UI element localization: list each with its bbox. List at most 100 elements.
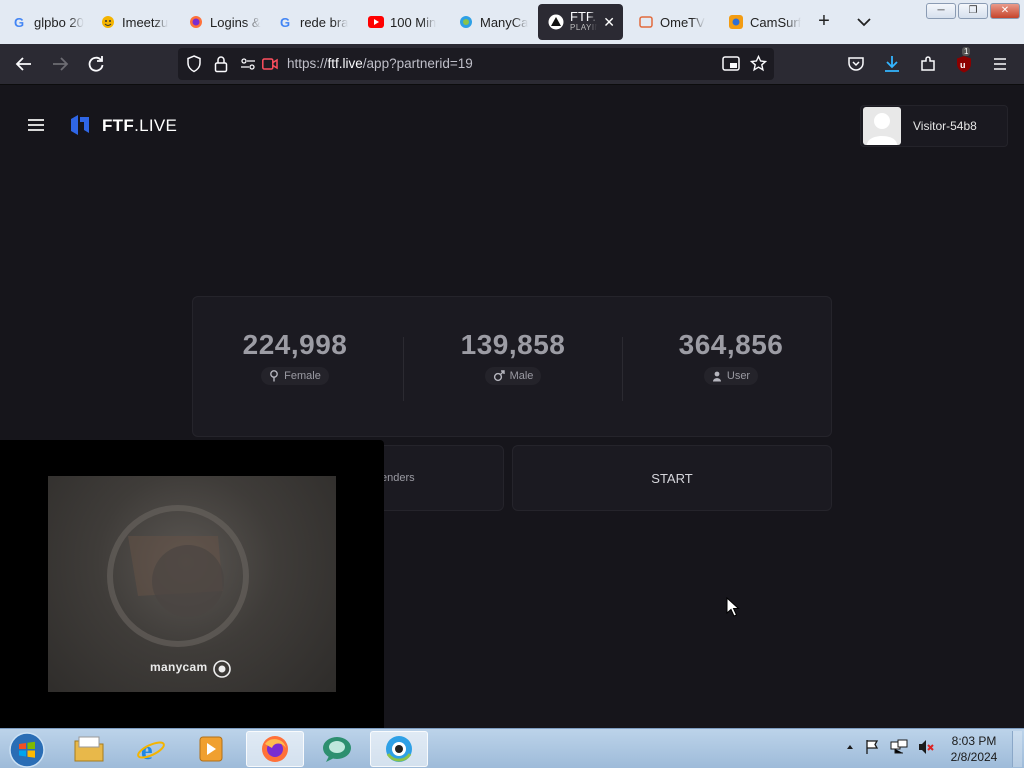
ublock-shield-icon: u	[957, 56, 971, 73]
site-logo[interactable]: FTF.LIVE	[102, 116, 177, 136]
stat-user-label: User	[726, 370, 751, 382]
logo-rest: .LIVE	[134, 116, 178, 135]
clock-date: 2/8/2024	[950, 750, 998, 764]
firefox-icon	[188, 14, 204, 30]
chat-bubble-icon	[323, 737, 351, 762]
tab-manycam[interactable]: ManyCa	[448, 4, 534, 40]
tab-title: 100 Min	[390, 14, 437, 30]
pocket-icon	[848, 57, 864, 71]
manycam-logo-icon	[213, 660, 231, 678]
camera-feed: manycam	[48, 476, 336, 692]
tab-title: ManyCa	[480, 14, 529, 30]
svg-text:G: G	[280, 15, 290, 29]
folder-icon	[74, 736, 104, 762]
taskbar-internet-explorer[interactable]: e	[122, 731, 180, 767]
camera-in-use-icon[interactable]	[262, 57, 278, 76]
svg-text:u: u	[960, 60, 966, 70]
google-icon: G	[278, 14, 294, 30]
volume-muted-icon[interactable]	[918, 739, 936, 755]
taskbar-firefox[interactable]	[246, 731, 304, 767]
taskbar-chat-app[interactable]	[308, 731, 366, 767]
url-scheme: https://	[287, 56, 328, 71]
new-tab-button[interactable]: +	[812, 10, 836, 34]
downloads-button[interactable]	[880, 52, 904, 76]
lock-icon[interactable]	[214, 55, 228, 78]
taskbar-file-explorer[interactable]	[60, 731, 118, 767]
start-button[interactable]: START	[512, 445, 832, 511]
genders-button-label: enders	[381, 472, 415, 484]
permissions-icon[interactable]	[240, 57, 256, 76]
tab-logins[interactable]: Logins &	[178, 4, 266, 40]
list-all-tabs-button[interactable]	[852, 10, 876, 34]
url-text[interactable]: https://ftf.live/app?partnerid=19	[287, 56, 473, 71]
forward-button[interactable]	[48, 52, 72, 76]
show-desktop-button[interactable]	[1012, 731, 1022, 767]
start-button[interactable]	[8, 731, 46, 768]
stat-male-label: Male	[509, 370, 534, 382]
stat-female-value: 224,998	[242, 329, 348, 360]
network-icon[interactable]	[890, 739, 908, 755]
camsurf-icon	[728, 14, 744, 30]
show-hidden-icons-icon[interactable]	[846, 743, 854, 751]
tab-rede-bra[interactable]: G rede bra	[268, 4, 356, 40]
tab-ftf-live[interactable]: FTF.li PLAYING ✕	[538, 4, 623, 40]
visitor-profile[interactable]: Visitor-54b8	[860, 105, 1008, 147]
internet-explorer-icon: e	[137, 736, 165, 764]
app-menu-button[interactable]	[988, 52, 1012, 76]
user-icon	[712, 371, 721, 381]
google-icon: G	[12, 14, 28, 30]
picture-in-picture-icon[interactable]	[722, 56, 740, 77]
tab-camsurf[interactable]: CamSurf	[718, 4, 804, 40]
avatar	[863, 107, 901, 145]
tab-title: glpbo 20	[34, 14, 84, 30]
svg-text:G: G	[14, 15, 24, 29]
arrow-left-icon	[15, 57, 31, 71]
tab-ometv[interactable]: OmeTV	[628, 4, 716, 40]
chevron-down-icon	[857, 18, 871, 27]
navigation-toolbar: https://ftf.live/app?partnerid=19 u 1	[0, 44, 1024, 85]
tab-close-button[interactable]: ✕	[603, 14, 615, 31]
stat-male-value: 139,858	[460, 329, 566, 360]
tab-title: rede bra	[300, 14, 349, 30]
ublock-origin-button[interactable]: u 1	[952, 47, 976, 76]
local-video-preview[interactable]: manycam	[0, 440, 384, 728]
url-path: /app?partnerid=19	[362, 56, 473, 71]
address-bar[interactable]: https://ftf.live/app?partnerid=19	[178, 48, 774, 80]
divider	[403, 337, 404, 401]
download-icon	[885, 56, 899, 72]
youtube-icon	[368, 14, 384, 30]
tab-glpbo[interactable]: G glpbo 20	[2, 4, 88, 40]
default-avatar-icon	[867, 113, 897, 145]
windows-logo-icon	[9, 732, 45, 768]
mouse-cursor-icon	[726, 597, 740, 617]
stat-female-label: Female	[284, 370, 321, 382]
tab-100-min[interactable]: 100 Min	[358, 4, 446, 40]
tab-title: OmeTV	[660, 14, 705, 30]
tracking-shield-icon[interactable]	[186, 55, 202, 78]
stat-user-value: 364,856	[678, 329, 784, 360]
stat-male: 139,858 Male	[413, 329, 613, 387]
reload-button[interactable]	[84, 52, 108, 76]
back-button[interactable]	[12, 52, 36, 76]
pocket-button[interactable]	[844, 52, 868, 76]
system-tray	[846, 739, 936, 755]
taskbar-media-player[interactable]	[182, 731, 240, 767]
clock-time: 8:03 PM	[951, 734, 997, 748]
taskbar-clock[interactable]: 8:03 PM 2/8/2024	[944, 733, 1004, 765]
url-host: ftf.live	[327, 56, 363, 71]
ftf-icon	[548, 14, 564, 30]
ftf-logo-icon[interactable]	[68, 113, 92, 137]
bookmark-star-icon[interactable]	[749, 54, 768, 77]
restore-button[interactable]: ❐	[958, 3, 988, 19]
tab-imeetzu[interactable]: Imeetzu	[90, 4, 176, 40]
male-icon	[493, 370, 505, 382]
close-window-button[interactable]: ✕	[990, 3, 1020, 19]
extensions-button[interactable]	[916, 52, 940, 76]
site-menu-button[interactable]	[28, 119, 44, 131]
minimize-button[interactable]: ─	[926, 3, 956, 19]
action-center-flag-icon[interactable]	[864, 739, 880, 755]
reload-icon	[88, 56, 104, 72]
taskbar-manycam[interactable]	[370, 731, 428, 767]
stat-female: 224,998 Female	[195, 329, 395, 387]
divider	[622, 337, 623, 401]
